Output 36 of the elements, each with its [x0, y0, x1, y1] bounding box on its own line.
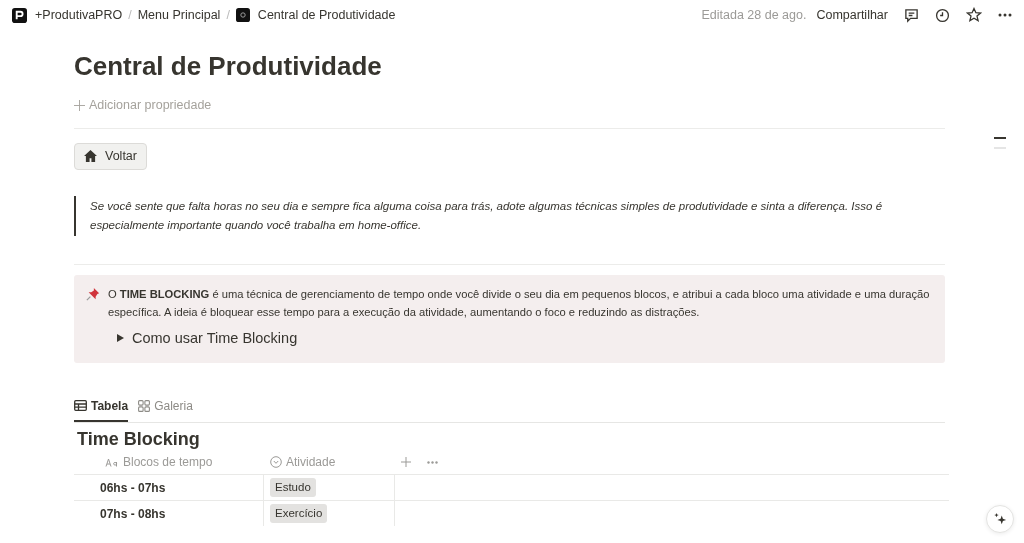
breadcrumb-link[interactable]: Central de Produtividade: [235, 5, 396, 25]
toggle-heading[interactable]: Como usar Time Blocking: [132, 328, 298, 347]
comment-icon[interactable]: [904, 7, 919, 23]
activity-tag: Exercício: [270, 504, 328, 524]
page-icon: [235, 8, 250, 22]
logo-icon: [12, 7, 27, 23]
star-icon[interactable]: [966, 7, 982, 23]
callout-text: O TIME BLOCKING é uma técnica de gerenciamento de tempo onde você divide o seu dia em pequenos blocos, e atribui a cada bloco uma atividade e uma duração específica. A ideia é bloquear esse tempo para a execução da atividade, aumentando o foco e reduzindo as distrações.: [108, 286, 931, 320]
share-link[interactable]: Compartilhar: [816, 5, 888, 25]
breadcrumb-link[interactable]: +ProdutivaPRO: [12, 5, 123, 25]
sparkle-icon: [993, 512, 1007, 526]
activity-tag: Estudo: [270, 478, 316, 498]
table-cell-text: 06hs - 07hs: [99, 479, 167, 497]
breadcrumb-link[interactable]: Menu Principal: [137, 5, 221, 25]
gallery-icon: [138, 399, 151, 412]
view-tab[interactable]: Galeria: [138, 393, 193, 422]
toggle-arrow-icon[interactable]: [116, 333, 124, 342]
select-type-icon: [270, 456, 282, 469]
table-of-contents-icon[interactable]: [993, 136, 1007, 150]
plus-icon: [74, 100, 85, 112]
database-title: Time Blocking: [77, 428, 201, 451]
clock-icon[interactable]: [935, 7, 950, 23]
table-icon: [74, 400, 87, 412]
breadcrumb-separator: /: [128, 6, 132, 24]
page-title: Central de Produtividade: [74, 51, 383, 83]
table-cell-text: 07hs - 08hs: [99, 505, 167, 523]
ai-assistant-button[interactable]: [986, 505, 1014, 533]
quote-text: Se você sente que falta horas no seu dia e sempre fica alguma coisa para trás, adote algumas técnicas simples de produtividade e sinta a diferença. Isso é especialmente importante quando você trabalha em home-office.: [74, 195, 945, 236]
pin-icon: [86, 286, 100, 301]
text-type-icon: [105, 457, 119, 467]
breadcrumb-separator: /: [226, 6, 230, 24]
more-icon[interactable]: [998, 13, 1012, 17]
home-icon: [84, 150, 97, 163]
edited-date: Editada 28 de ago.: [701, 6, 807, 24]
back-button[interactable]: Voltar: [74, 142, 147, 170]
view-tab[interactable]: Tabela: [74, 393, 129, 422]
